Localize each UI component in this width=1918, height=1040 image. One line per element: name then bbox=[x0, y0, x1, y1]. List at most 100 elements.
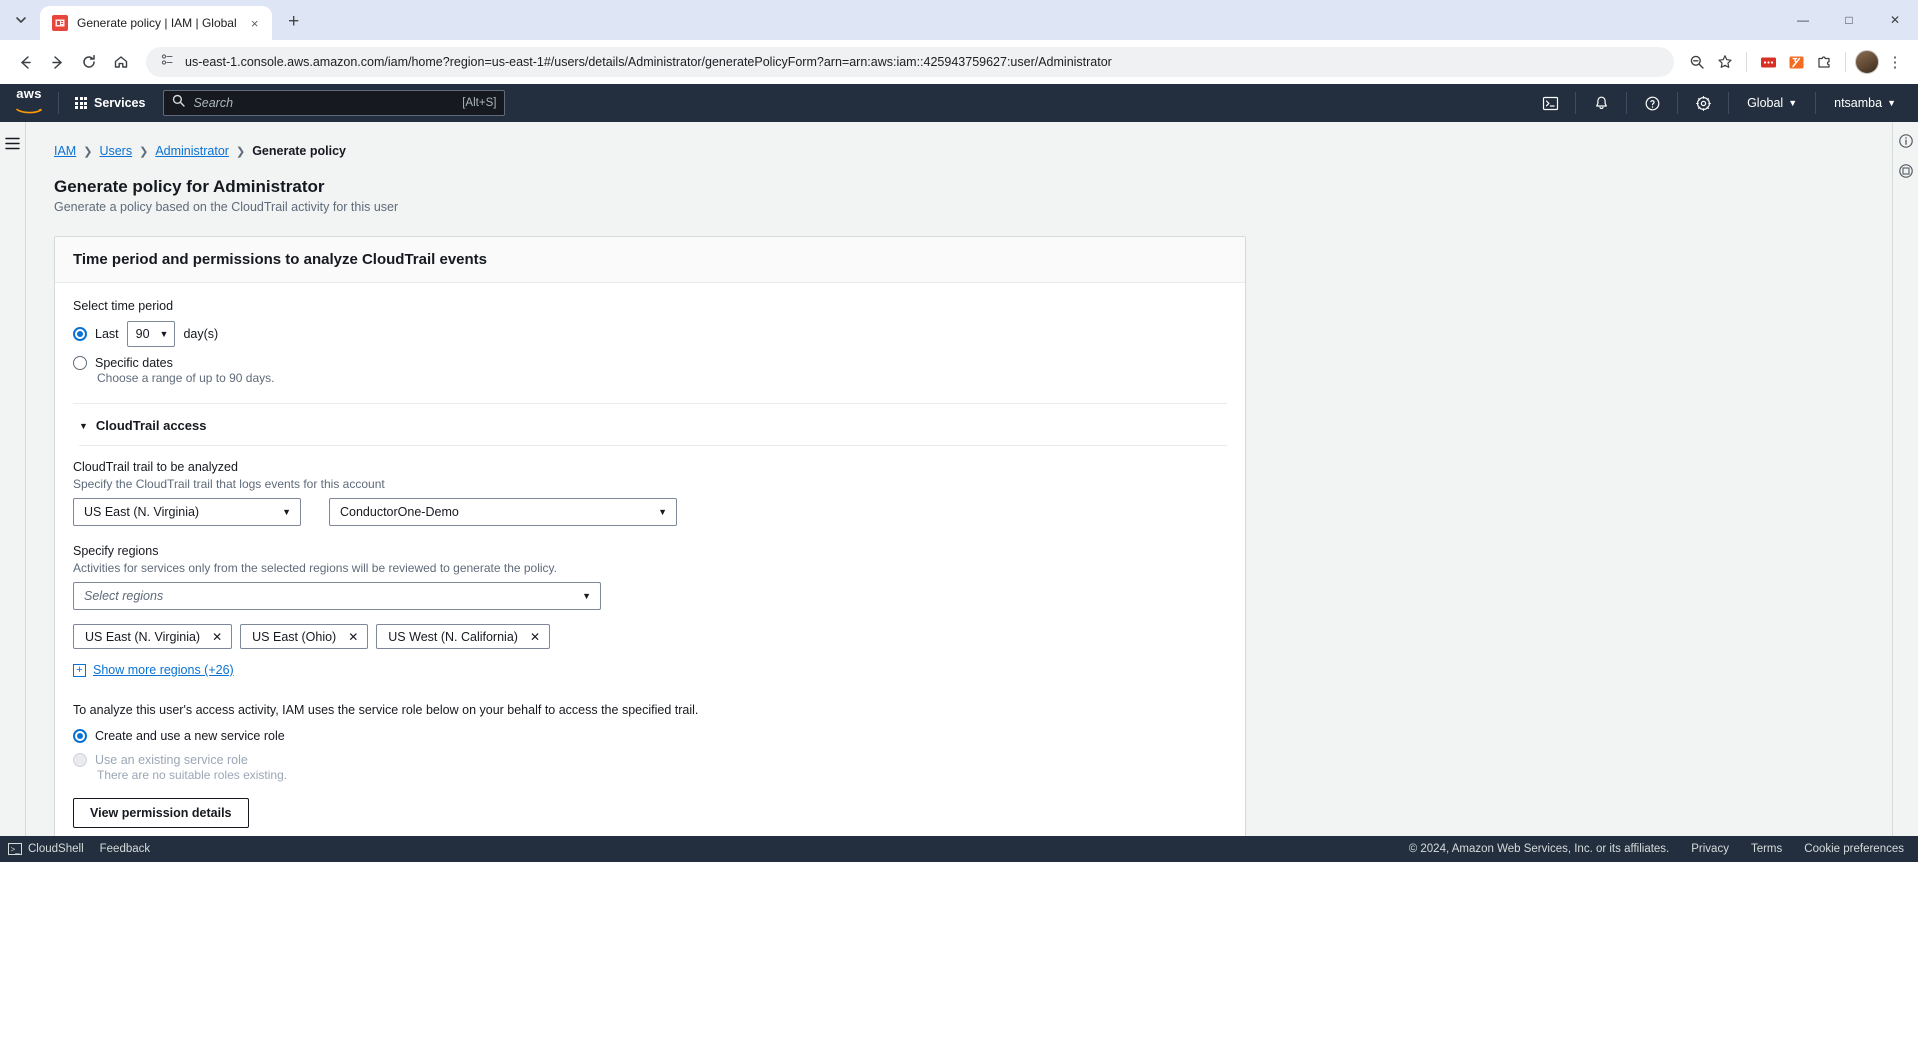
iam-favicon bbox=[52, 15, 68, 31]
avatar[interactable] bbox=[1854, 49, 1880, 75]
reload-icon[interactable] bbox=[74, 47, 104, 77]
forward-icon[interactable] bbox=[42, 47, 72, 77]
existing-role-description: There are no suitable roles existing. bbox=[97, 768, 1227, 782]
extension-red-icon[interactable] bbox=[1755, 49, 1781, 75]
regions-placeholder: Select regions bbox=[84, 589, 163, 603]
footer-cloudshell-label: CloudShell bbox=[28, 843, 84, 855]
chevron-down-icon-days: ▼ bbox=[160, 329, 169, 339]
shortcut-circle-icon[interactable] bbox=[1897, 162, 1915, 180]
breadcrumb-item-administrator[interactable]: Administrator bbox=[155, 144, 229, 158]
footer-privacy-link[interactable]: Privacy bbox=[1691, 843, 1729, 855]
cloudtrail-access-title: CloudTrail access bbox=[96, 418, 207, 433]
cloudshell-icon-footer: >_ bbox=[8, 843, 22, 855]
close-icon-chip-3[interactable]: ✕ bbox=[530, 630, 540, 644]
services-label: Services bbox=[94, 96, 145, 110]
page-title: Generate policy for Administrator bbox=[54, 177, 1862, 197]
zoom-out-icon[interactable] bbox=[1684, 49, 1710, 75]
regions-multiselect[interactable]: Select regions ▼ bbox=[73, 582, 601, 610]
radio-last-days-input[interactable] bbox=[73, 327, 87, 341]
card-body: Select time period Last 90 ▼ day(s) Spec… bbox=[55, 283, 1245, 836]
new-tab-button[interactable]: + bbox=[280, 8, 308, 36]
footer-feedback-button[interactable]: Feedback bbox=[100, 843, 151, 855]
close-icon-chip-1[interactable]: ✕ bbox=[212, 630, 222, 644]
caret-down-icon: ▼ bbox=[79, 421, 88, 431]
close-window-icon[interactable]: ✕ bbox=[1872, 0, 1918, 40]
hamburger-menu-icon[interactable] bbox=[4, 134, 22, 152]
left-nav-rail bbox=[0, 122, 26, 836]
region-chip[interactable]: US West (N. California) ✕ bbox=[376, 624, 550, 649]
days-value: 90 bbox=[136, 327, 150, 341]
card-header: Time period and permissions to analyze C… bbox=[55, 237, 1245, 283]
breadcrumb-separator-icon-2: ❯ bbox=[139, 145, 148, 158]
search-placeholder: Search bbox=[193, 96, 454, 110]
generate-policy-card: Time period and permissions to analyze C… bbox=[54, 236, 1246, 836]
days-suffix-label: day(s) bbox=[183, 327, 218, 341]
breadcrumb-separator-icon: ❯ bbox=[83, 145, 92, 158]
footer-cloudshell-button[interactable]: >_ CloudShell bbox=[8, 843, 84, 855]
home-icon[interactable] bbox=[106, 47, 136, 77]
extensions-puzzle-icon[interactable] bbox=[1811, 49, 1837, 75]
main-content: IAM ❯ Users ❯ Administrator ❯ Generate p… bbox=[26, 122, 1892, 836]
section-divider-2 bbox=[79, 445, 1227, 446]
aws-top-nav: aws Services Search [Alt+S] Global ▼ nts… bbox=[0, 84, 1918, 122]
bell-icon[interactable] bbox=[1586, 88, 1616, 118]
radio-option-last-days[interactable]: Last 90 ▼ day(s) bbox=[73, 321, 1227, 347]
search-input[interactable]: Search [Alt+S] bbox=[163, 90, 505, 116]
extension-orange-icon[interactable] bbox=[1783, 49, 1809, 75]
account-menu[interactable]: ntsamba ▼ bbox=[1826, 92, 1904, 114]
region-chip[interactable]: US East (N. Virginia) ✕ bbox=[73, 624, 232, 649]
trail-region-value: US East (N. Virginia) bbox=[84, 505, 199, 519]
days-dropdown[interactable]: 90 ▼ bbox=[127, 321, 176, 347]
breadcrumb-item-iam[interactable]: IAM bbox=[54, 144, 76, 158]
site-info-icon[interactable] bbox=[160, 52, 175, 72]
regions-label: Specify regions bbox=[73, 544, 1227, 558]
trail-name-select[interactable]: ConductorOne-Demo ▼ bbox=[329, 498, 677, 526]
breadcrumb: IAM ❯ Users ❯ Administrator ❯ Generate p… bbox=[54, 144, 1862, 158]
aws-logo[interactable]: aws bbox=[10, 87, 48, 119]
radio-existing-role-label: Use an existing service role bbox=[95, 753, 248, 767]
radio-create-role-label: Create and use a new service role bbox=[95, 729, 285, 743]
close-icon-chip-2[interactable]: ✕ bbox=[348, 630, 358, 644]
close-icon[interactable]: × bbox=[246, 14, 264, 32]
chevron-down-icon-region: ▼ bbox=[282, 507, 291, 517]
cloudtrail-access-section-toggle[interactable]: ▼ CloudTrail access bbox=[73, 404, 1227, 445]
region-chip-label: US East (Ohio) bbox=[252, 630, 336, 644]
region-selector[interactable]: Global ▼ bbox=[1739, 92, 1805, 114]
view-permission-details-button[interactable]: View permission details bbox=[73, 798, 249, 828]
breadcrumb-item-users[interactable]: Users bbox=[99, 144, 132, 158]
browser-tab[interactable]: Generate policy | IAM | Global × bbox=[40, 6, 272, 40]
radio-option-specific-dates[interactable]: Specific dates bbox=[73, 356, 1227, 370]
footer-right-group: © 2024, Amazon Web Services, Inc. or its… bbox=[1409, 843, 1904, 855]
footer-terms-link[interactable]: Terms bbox=[1751, 843, 1782, 855]
browser-menu-icon[interactable]: ⋮ bbox=[1882, 49, 1908, 75]
maximize-icon[interactable]: □ bbox=[1826, 0, 1872, 40]
radio-option-create-role[interactable]: Create and use a new service role bbox=[73, 729, 1227, 743]
chevron-down-icon: ▼ bbox=[1788, 98, 1797, 108]
gear-icon[interactable] bbox=[1688, 88, 1718, 118]
services-menu-button[interactable]: Services bbox=[69, 92, 151, 114]
window-controls: — □ ✕ bbox=[1780, 0, 1918, 40]
radio-specific-dates-input[interactable] bbox=[73, 356, 87, 370]
right-help-rail bbox=[1892, 122, 1918, 836]
minimize-icon[interactable]: — bbox=[1780, 0, 1826, 40]
trail-description: Specify the CloudTrail trail that logs e… bbox=[73, 477, 1227, 491]
info-circle-icon[interactable] bbox=[1897, 132, 1915, 150]
back-icon[interactable] bbox=[10, 47, 40, 77]
time-period-label: Select time period bbox=[73, 299, 1227, 313]
radio-create-role-input[interactable] bbox=[73, 729, 87, 743]
header-divider bbox=[58, 92, 59, 114]
show-more-regions-link[interactable]: + Show more regions (+26) bbox=[73, 663, 1227, 677]
breadcrumb-item-current: Generate policy bbox=[252, 144, 346, 158]
bookmark-star-icon[interactable] bbox=[1712, 49, 1738, 75]
toolbar-divider bbox=[1746, 52, 1747, 72]
tab-search-button[interactable] bbox=[4, 3, 38, 37]
account-label: ntsamba bbox=[1834, 96, 1882, 110]
footer-cookie-preferences-link[interactable]: Cookie preferences bbox=[1804, 843, 1904, 855]
trail-region-select[interactable]: US East (N. Virginia) ▼ bbox=[73, 498, 301, 526]
cloudshell-icon[interactable] bbox=[1535, 88, 1565, 118]
region-label: Global bbox=[1747, 96, 1783, 110]
question-circle-icon[interactable] bbox=[1637, 88, 1667, 118]
address-bar[interactable]: us-east-1.console.aws.amazon.com/iam/hom… bbox=[146, 47, 1674, 77]
chevron-down-icon-trail: ▼ bbox=[658, 507, 667, 517]
region-chip[interactable]: US East (Ohio) ✕ bbox=[240, 624, 368, 649]
